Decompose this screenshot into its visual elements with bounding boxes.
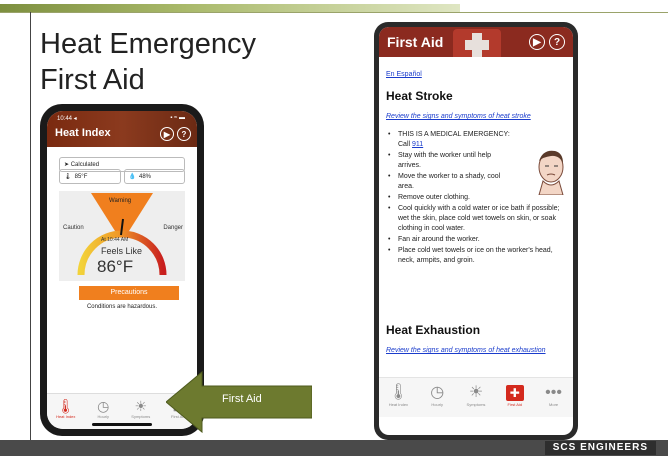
espanol-link[interactable]: En Español xyxy=(386,71,422,78)
precautions-button[interactable]: Precautions xyxy=(79,286,179,300)
help-icon[interactable]: ? xyxy=(549,34,565,50)
temperature-value: 85°F xyxy=(74,173,88,180)
call-911-link[interactable]: 911 xyxy=(412,141,423,148)
tab-hourly-label: Hourly xyxy=(97,414,110,419)
readings-row: 🌡 85°F 💧 48% xyxy=(59,169,185,184)
tab-heat-index-label: Heat Index xyxy=(388,402,409,407)
heat-gauge: Warning Caution Danger At 10:44 AM Feels… xyxy=(59,191,185,281)
red-cross-icon xyxy=(453,29,501,57)
more-icon: ••• xyxy=(545,384,562,401)
tab-symptoms-label: Symptoms xyxy=(131,414,151,419)
tab-heat-index-label: Heat Index xyxy=(56,414,76,419)
status-time: 10:44 ◂ xyxy=(57,116,77,122)
thermometer-icon: 🌡 xyxy=(388,384,409,401)
thermometer-icon: 🌡 xyxy=(56,398,75,414)
heat-exhaustion-heading: Heat Exhaustion xyxy=(386,323,481,337)
conditions-text: Conditions are hazardous. xyxy=(86,304,158,310)
tab-hourly-label: Hourly xyxy=(431,402,443,407)
person-icon: ☀ xyxy=(468,384,484,401)
thermometer-icon: 🌡 xyxy=(64,174,72,180)
slide-top-accent xyxy=(0,4,460,12)
droplet-icon: 💧 xyxy=(128,174,136,180)
slide-title: Heat Emergency First Aid xyxy=(40,26,340,98)
first-aid-title: First Aid xyxy=(387,34,444,50)
tab-hourly[interactable]: ◷ Hourly xyxy=(88,398,118,419)
sick-person-illustration xyxy=(538,150,564,195)
list-item: Stay with the worker until help arrives. xyxy=(386,151,511,171)
slide-title-line1: Heat Emergency xyxy=(40,28,256,60)
tab-symptoms[interactable]: ☀ Symptoms xyxy=(126,398,156,419)
list-item: THIS IS A MEDICAL EMERGENCY: Call 911 xyxy=(386,130,511,150)
callout-label: First Aid xyxy=(222,393,262,405)
status-icons: ▪ ≈ ▬ xyxy=(170,115,185,121)
review-heat-exhaustion-link[interactable]: Review the signs and symptoms of heat ex… xyxy=(386,345,556,356)
first-aid-phone: First Aid ▶ ? En Español Heat Stroke Rev… xyxy=(374,22,578,440)
feels-like-label: Feels Like xyxy=(101,246,143,256)
tab-more[interactable]: ••• More xyxy=(537,384,571,417)
gauge-danger-label: Danger xyxy=(163,225,183,231)
feels-like-temp: 86°F xyxy=(97,257,134,276)
first-aid-header: First Aid ▶ ? xyxy=(379,27,573,57)
heat-index-header: 10:44 ◂ ▪ ≈ ▬ Heat Index ▶ ? xyxy=(47,111,197,147)
heat-index-title: Heat Index xyxy=(55,127,111,139)
humidity-value: 48% xyxy=(138,173,151,180)
slide-title-line2: First Aid xyxy=(40,64,145,96)
tab-heat-index[interactable]: 🌡 Heat Index xyxy=(381,384,415,417)
heat-stroke-heading: Heat Stroke xyxy=(386,89,453,103)
info-icon[interactable]: ▶ xyxy=(529,34,545,50)
list-item: Place cold wet towels or ice on the work… xyxy=(386,246,568,266)
gauge-warning-label: Warning xyxy=(109,198,132,204)
help-icon[interactable]: ? xyxy=(177,127,191,141)
clock-icon: ◷ xyxy=(430,384,445,401)
calculated-label: Calculated xyxy=(70,162,100,168)
tab-symptoms[interactable]: ☀ Symptoms xyxy=(459,384,493,417)
review-heat-stroke-link[interactable]: Review the signs and symptoms of heat st… xyxy=(386,113,568,120)
tab-more-label: More xyxy=(549,402,559,407)
brand-logo: SCS ENGINEERS xyxy=(544,441,656,455)
person-icon: ☀ xyxy=(134,398,148,414)
info-icon[interactable]: ▶ xyxy=(160,127,174,141)
first-aid-screen: First Aid ▶ ? En Español Heat Stroke Rev… xyxy=(379,27,573,435)
tab-symptoms-label: Symptoms xyxy=(466,402,486,407)
gauge-caution-label: Caution xyxy=(63,225,84,231)
tab-hourly[interactable]: ◷ Hourly xyxy=(420,384,454,417)
header-icons: ▶ ? xyxy=(160,127,191,141)
first-aid-tab-bar: 🌡 Heat Index ◷ Hourly ☀ Symptoms ✚ First… xyxy=(379,377,573,417)
tab-first-aid-label: First Aid xyxy=(507,402,522,407)
gauge-time: At 10:44 AM xyxy=(101,237,129,243)
first-aid-kit-icon: ✚ xyxy=(498,384,532,402)
home-indicator xyxy=(92,423,152,426)
location-arrow-icon: ➤ xyxy=(64,162,70,168)
tab-heat-index[interactable]: 🌡 Heat Index xyxy=(51,398,81,419)
clock-icon: ◷ xyxy=(97,398,110,414)
list-item: Cool quickly with a cold water or ice ba… xyxy=(386,204,568,234)
list-item: Move the worker to a shady, cool area. xyxy=(386,172,511,192)
humidity-field[interactable]: 💧 48% xyxy=(123,169,185,184)
header-icons: ▶ ? xyxy=(529,34,565,50)
list-item: Fan air around the worker. xyxy=(386,235,568,245)
tab-first-aid[interactable]: ✚ First Aid xyxy=(498,384,532,417)
temperature-field[interactable]: 🌡 85°F xyxy=(59,169,121,184)
